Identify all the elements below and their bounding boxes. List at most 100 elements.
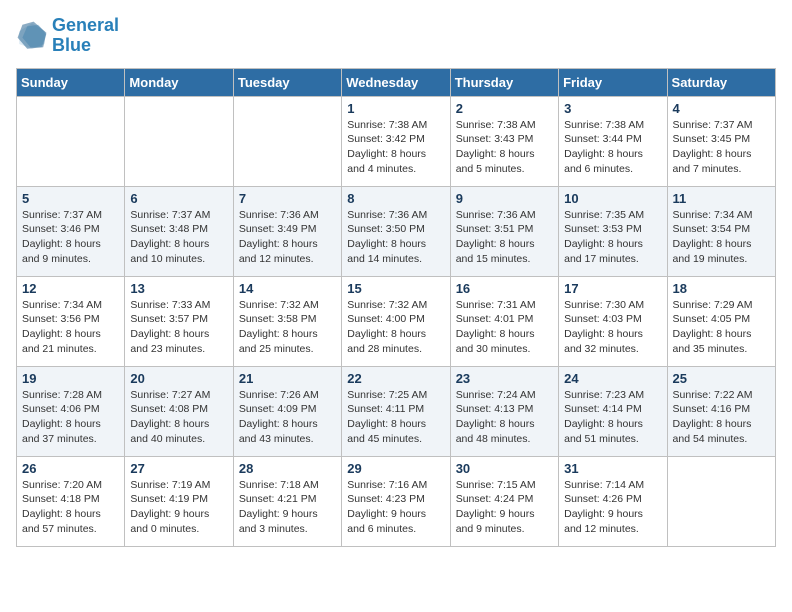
calendar-cell: 24 Sunrise: 7:23 AM Sunset: 4:14 PM Dayli… xyxy=(559,366,667,456)
day-number: 4 xyxy=(673,101,770,116)
logo: GeneralBlue xyxy=(16,16,119,56)
day-number: 19 xyxy=(22,371,119,386)
logo-icon xyxy=(16,20,48,52)
weekday-header-thursday: Thursday xyxy=(450,68,558,96)
day-number: 7 xyxy=(239,191,336,206)
calendar-cell: 21 Sunrise: 7:26 AM Sunset: 4:09 PM Dayli… xyxy=(233,366,341,456)
calendar-cell: 10 Sunrise: 7:35 AM Sunset: 3:53 PM Dayli… xyxy=(559,186,667,276)
calendar-cell: 11 Sunrise: 7:34 AM Sunset: 3:54 PM Dayli… xyxy=(667,186,775,276)
day-number: 20 xyxy=(130,371,227,386)
day-info: Sunrise: 7:34 AM Sunset: 3:54 PM Dayligh… xyxy=(673,208,770,267)
calendar-cell: 14 Sunrise: 7:32 AM Sunset: 3:58 PM Dayli… xyxy=(233,276,341,366)
day-info: Sunrise: 7:37 AM Sunset: 3:46 PM Dayligh… xyxy=(22,208,119,267)
day-number: 1 xyxy=(347,101,444,116)
day-number: 6 xyxy=(130,191,227,206)
day-info: Sunrise: 7:14 AM Sunset: 4:26 PM Dayligh… xyxy=(564,478,661,537)
calendar-cell: 18 Sunrise: 7:29 AM Sunset: 4:05 PM Dayli… xyxy=(667,276,775,366)
calendar-cell: 22 Sunrise: 7:25 AM Sunset: 4:11 PM Dayli… xyxy=(342,366,450,456)
day-info: Sunrise: 7:37 AM Sunset: 3:45 PM Dayligh… xyxy=(673,118,770,177)
day-info: Sunrise: 7:32 AM Sunset: 3:58 PM Dayligh… xyxy=(239,298,336,357)
day-number: 15 xyxy=(347,281,444,296)
day-info: Sunrise: 7:38 AM Sunset: 3:44 PM Dayligh… xyxy=(564,118,661,177)
calendar-cell: 2 Sunrise: 7:38 AM Sunset: 3:43 PM Daylig… xyxy=(450,96,558,186)
day-number: 2 xyxy=(456,101,553,116)
calendar-cell: 13 Sunrise: 7:33 AM Sunset: 3:57 PM Dayli… xyxy=(125,276,233,366)
day-number: 28 xyxy=(239,461,336,476)
day-number: 13 xyxy=(130,281,227,296)
day-number: 14 xyxy=(239,281,336,296)
day-info: Sunrise: 7:35 AM Sunset: 3:53 PM Dayligh… xyxy=(564,208,661,267)
day-number: 18 xyxy=(673,281,770,296)
day-number: 10 xyxy=(564,191,661,206)
calendar-cell xyxy=(233,96,341,186)
calendar-cell: 29 Sunrise: 7:16 AM Sunset: 4:23 PM Dayli… xyxy=(342,456,450,546)
day-info: Sunrise: 7:15 AM Sunset: 4:24 PM Dayligh… xyxy=(456,478,553,537)
day-number: 9 xyxy=(456,191,553,206)
calendar-cell: 3 Sunrise: 7:38 AM Sunset: 3:44 PM Daylig… xyxy=(559,96,667,186)
day-info: Sunrise: 7:20 AM Sunset: 4:18 PM Dayligh… xyxy=(22,478,119,537)
day-info: Sunrise: 7:37 AM Sunset: 3:48 PM Dayligh… xyxy=(130,208,227,267)
day-info: Sunrise: 7:29 AM Sunset: 4:05 PM Dayligh… xyxy=(673,298,770,357)
day-info: Sunrise: 7:36 AM Sunset: 3:50 PM Dayligh… xyxy=(347,208,444,267)
day-number: 27 xyxy=(130,461,227,476)
calendar-cell: 5 Sunrise: 7:37 AM Sunset: 3:46 PM Daylig… xyxy=(17,186,125,276)
day-number: 29 xyxy=(347,461,444,476)
day-number: 11 xyxy=(673,191,770,206)
weekday-header-saturday: Saturday xyxy=(667,68,775,96)
day-info: Sunrise: 7:36 AM Sunset: 3:51 PM Dayligh… xyxy=(456,208,553,267)
day-number: 17 xyxy=(564,281,661,296)
day-number: 21 xyxy=(239,371,336,386)
calendar-cell: 1 Sunrise: 7:38 AM Sunset: 3:42 PM Daylig… xyxy=(342,96,450,186)
calendar-cell xyxy=(667,456,775,546)
calendar-table: SundayMondayTuesdayWednesdayThursdayFrid… xyxy=(16,68,776,547)
day-number: 25 xyxy=(673,371,770,386)
day-number: 12 xyxy=(22,281,119,296)
day-info: Sunrise: 7:38 AM Sunset: 3:43 PM Dayligh… xyxy=(456,118,553,177)
calendar-cell: 8 Sunrise: 7:36 AM Sunset: 3:50 PM Daylig… xyxy=(342,186,450,276)
calendar-cell: 19 Sunrise: 7:28 AM Sunset: 4:06 PM Dayli… xyxy=(17,366,125,456)
day-info: Sunrise: 7:22 AM Sunset: 4:16 PM Dayligh… xyxy=(673,388,770,447)
calendar-cell xyxy=(125,96,233,186)
day-info: Sunrise: 7:33 AM Sunset: 3:57 PM Dayligh… xyxy=(130,298,227,357)
calendar-cell: 17 Sunrise: 7:30 AM Sunset: 4:03 PM Dayli… xyxy=(559,276,667,366)
day-info: Sunrise: 7:27 AM Sunset: 4:08 PM Dayligh… xyxy=(130,388,227,447)
day-info: Sunrise: 7:32 AM Sunset: 4:00 PM Dayligh… xyxy=(347,298,444,357)
calendar-cell: 9 Sunrise: 7:36 AM Sunset: 3:51 PM Daylig… xyxy=(450,186,558,276)
day-info: Sunrise: 7:28 AM Sunset: 4:06 PM Dayligh… xyxy=(22,388,119,447)
calendar-cell: 12 Sunrise: 7:34 AM Sunset: 3:56 PM Dayli… xyxy=(17,276,125,366)
logo-text: GeneralBlue xyxy=(52,16,119,56)
calendar-cell: 28 Sunrise: 7:18 AM Sunset: 4:21 PM Dayli… xyxy=(233,456,341,546)
day-number: 31 xyxy=(564,461,661,476)
calendar-cell: 26 Sunrise: 7:20 AM Sunset: 4:18 PM Dayli… xyxy=(17,456,125,546)
day-info: Sunrise: 7:16 AM Sunset: 4:23 PM Dayligh… xyxy=(347,478,444,537)
day-number: 22 xyxy=(347,371,444,386)
day-number: 24 xyxy=(564,371,661,386)
day-number: 23 xyxy=(456,371,553,386)
calendar-cell: 4 Sunrise: 7:37 AM Sunset: 3:45 PM Daylig… xyxy=(667,96,775,186)
calendar-cell: 7 Sunrise: 7:36 AM Sunset: 3:49 PM Daylig… xyxy=(233,186,341,276)
weekday-header-monday: Monday xyxy=(125,68,233,96)
day-info: Sunrise: 7:26 AM Sunset: 4:09 PM Dayligh… xyxy=(239,388,336,447)
day-info: Sunrise: 7:25 AM Sunset: 4:11 PM Dayligh… xyxy=(347,388,444,447)
weekday-header-tuesday: Tuesday xyxy=(233,68,341,96)
day-info: Sunrise: 7:36 AM Sunset: 3:49 PM Dayligh… xyxy=(239,208,336,267)
day-number: 30 xyxy=(456,461,553,476)
calendar-cell: 20 Sunrise: 7:27 AM Sunset: 4:08 PM Dayli… xyxy=(125,366,233,456)
day-number: 26 xyxy=(22,461,119,476)
day-info: Sunrise: 7:31 AM Sunset: 4:01 PM Dayligh… xyxy=(456,298,553,357)
day-info: Sunrise: 7:19 AM Sunset: 4:19 PM Dayligh… xyxy=(130,478,227,537)
day-info: Sunrise: 7:34 AM Sunset: 3:56 PM Dayligh… xyxy=(22,298,119,357)
day-info: Sunrise: 7:24 AM Sunset: 4:13 PM Dayligh… xyxy=(456,388,553,447)
page-header: GeneralBlue xyxy=(16,16,776,56)
weekday-header-sunday: Sunday xyxy=(17,68,125,96)
day-info: Sunrise: 7:38 AM Sunset: 3:42 PM Dayligh… xyxy=(347,118,444,177)
day-info: Sunrise: 7:23 AM Sunset: 4:14 PM Dayligh… xyxy=(564,388,661,447)
day-number: 16 xyxy=(456,281,553,296)
day-info: Sunrise: 7:18 AM Sunset: 4:21 PM Dayligh… xyxy=(239,478,336,537)
calendar-cell: 16 Sunrise: 7:31 AM Sunset: 4:01 PM Dayli… xyxy=(450,276,558,366)
day-number: 5 xyxy=(22,191,119,206)
day-info: Sunrise: 7:30 AM Sunset: 4:03 PM Dayligh… xyxy=(564,298,661,357)
day-number: 8 xyxy=(347,191,444,206)
day-number: 3 xyxy=(564,101,661,116)
calendar-cell: 27 Sunrise: 7:19 AM Sunset: 4:19 PM Dayli… xyxy=(125,456,233,546)
